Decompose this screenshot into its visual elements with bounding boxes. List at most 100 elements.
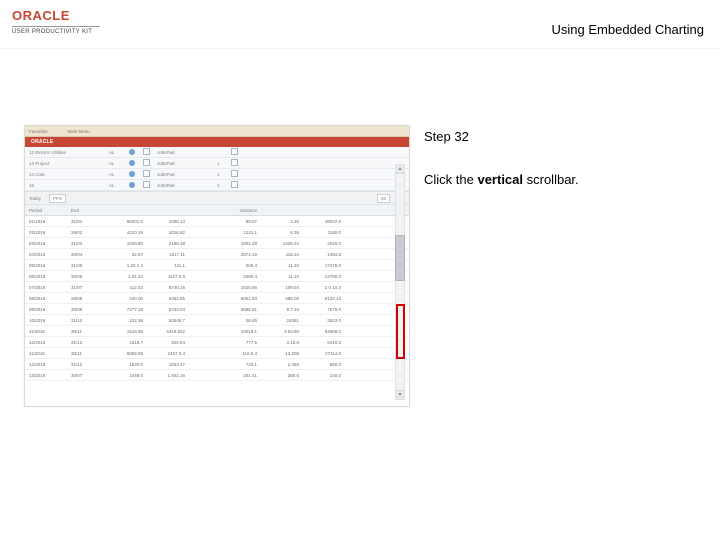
col-header: Variance — [219, 208, 261, 213]
detail-label: 15 — [29, 183, 109, 188]
vertical-scrollbar[interactable]: ▴ ▾ — [395, 164, 405, 400]
table-row: 12/201631/121618.7325.64777.53.19.89410.… — [25, 337, 409, 348]
table-cell: 725.1 — [219, 362, 261, 367]
col-header: Period — [29, 208, 71, 213]
table-row: 07/201631/07112.028740.161820.56109.042 … — [25, 282, 409, 293]
table-cell: 7277.18 — [105, 307, 147, 312]
instruction-prefix: Click the — [424, 172, 477, 187]
table-cell: 1.602.16 — [147, 373, 189, 378]
table-cell: 860.0 — [303, 362, 345, 367]
table-row: 03/201631/031029.802196.181802.281436.34… — [25, 238, 409, 249]
table-cell: 30/11 — [71, 351, 105, 356]
brand-text: ORACLE — [31, 139, 53, 145]
info-icon — [129, 160, 135, 166]
table-cell: 89.07 — [219, 219, 261, 224]
table-cell: 1029.80 — [105, 241, 147, 246]
scroll-thumb[interactable] — [395, 235, 405, 281]
table-cell: 206.4 — [219, 263, 261, 268]
table-cell: 94908.0 — [303, 329, 345, 334]
table-cell: 4.20 — [261, 219, 303, 224]
table-cell: 31/01 — [71, 219, 105, 224]
detail-pad: JobsPad — [157, 150, 217, 155]
table-cell: 2 0 10.4 — [303, 285, 345, 290]
table-cell: 04/2016 — [29, 252, 71, 257]
table-cell: 1049.0 — [105, 373, 147, 378]
table-cell: 06/2016 — [29, 274, 71, 279]
table-cell: 1617.11 — [147, 252, 189, 257]
table-cell: 1180.0 — [303, 230, 345, 235]
click-target-highlight — [396, 304, 405, 359]
table-cell: 9 7.10 — [261, 307, 303, 312]
filter-bar: Today PPS 55 List — [25, 192, 409, 205]
logo-area: ORACLE USER PRODUCTIVITY KIT — [12, 8, 100, 35]
table-cell: 48047.0 — [303, 219, 345, 224]
checkbox-icon — [143, 159, 150, 166]
table-cell: 6362.85 — [147, 296, 189, 301]
menu-item: Main Menu — [68, 129, 90, 134]
table-cell: 1016.82 — [147, 230, 189, 235]
table-cell: 110.6.4 — [219, 351, 261, 356]
checkbox-icon — [231, 181, 238, 188]
detail-label: 12 Electric Utilities — [29, 150, 109, 155]
table-cell: 1620.0 — [105, 362, 147, 367]
table-cell: 30/04 — [71, 252, 105, 257]
scroll-down-arrow-icon[interactable]: ▾ — [396, 390, 404, 399]
info-icon — [129, 149, 135, 155]
table-cell: 31/12 — [71, 362, 105, 367]
table-cell: 6082.88 — [105, 351, 147, 356]
table-cell: 201.41 — [219, 373, 261, 378]
table-cell: 8740.16 — [147, 285, 189, 290]
table-cell: 13/2016 — [29, 373, 71, 378]
filter-label: Today — [29, 196, 41, 201]
table-cell: 1.25 1 2 — [105, 263, 147, 268]
table-cell: 1833.47 — [147, 362, 189, 367]
table-cell: 30/07 — [71, 373, 105, 378]
header-bar: ORACLE USER PRODUCTIVITY KIT Using Embed… — [0, 0, 720, 49]
table-cell: 325.64 — [147, 340, 189, 345]
table-cell: 08/2016 — [29, 296, 71, 301]
table-cell: 01/2016 — [29, 219, 71, 224]
table-cell: 1241.1 — [219, 230, 261, 235]
table-cell: 6896.81 — [219, 307, 261, 312]
table-cell: 102.36 — [105, 318, 147, 323]
table-row: 05/201631/051.25 1 2111.1206.411.1017478… — [25, 260, 409, 271]
checkbox-icon — [231, 170, 238, 177]
table-cell: 140.0 — [303, 373, 345, 378]
table-cell: 11/2016 — [29, 329, 71, 334]
table-row: 09/201630/097277.186743.046896.819 7.107… — [25, 304, 409, 315]
table-cell: 118.34 — [261, 252, 303, 257]
table-cell: 109.04 — [261, 285, 303, 290]
brand-bar: ORACLE — [25, 137, 409, 147]
table-cell: 1436.34 — [261, 241, 303, 246]
step-number: Step 32 — [424, 129, 694, 144]
filter-select[interactable]: PPS — [49, 194, 66, 203]
table-cell: 29/08 — [71, 296, 105, 301]
instruction-panel: Step 32 Click the vertical scrollbar. — [424, 125, 694, 187]
upk-label: USER PRODUCTIVITY KIT — [12, 26, 100, 35]
document-title: Using Embedded Charting — [552, 22, 704, 37]
table-row: 06/201630/061.01.221127.0.02060.411.1012… — [25, 271, 409, 282]
rows-count-select[interactable]: 55 — [377, 194, 390, 203]
checkbox-icon — [143, 181, 150, 188]
content-area: Favorites Main Menu ORACLE 12 Electric U… — [0, 49, 720, 529]
table-cell: 32.67 — [105, 252, 147, 257]
table-cell: 17478.0 — [303, 263, 345, 268]
scroll-up-arrow-icon[interactable]: ▴ — [396, 165, 404, 174]
table-cell: 27114.0 — [303, 351, 345, 356]
table-cell: 3.60.90 — [261, 329, 303, 334]
table-cell: 2060.4 — [219, 274, 261, 279]
table-row: 10/201631/10102.3662646.708.45240613543.… — [25, 315, 409, 326]
table-cell: 6001.93 — [219, 296, 261, 301]
table-cell: 14.206 — [261, 351, 303, 356]
embedded-screenshot: Favorites Main Menu ORACLE 12 Electric U… — [24, 125, 410, 407]
table-cell: 7576.0 — [303, 307, 345, 312]
table-cell: 1618.7 — [105, 340, 147, 345]
table-cell: 09/2016 — [29, 307, 71, 312]
table-cell: 62646.7 — [147, 318, 189, 323]
table-row: 02/201629/024210 151016.821241.16.381180… — [25, 227, 409, 238]
table-cell: 30/11 — [71, 329, 105, 334]
detail-rows: 12 Electric Utilities AL JobsPad 13 Proj… — [25, 147, 409, 192]
table-cell: 6743.04 — [147, 307, 189, 312]
instruction-suffix: scrollbar. — [523, 172, 579, 187]
table-row: 08/201629/08040.006362.856001.93088.0051… — [25, 293, 409, 304]
